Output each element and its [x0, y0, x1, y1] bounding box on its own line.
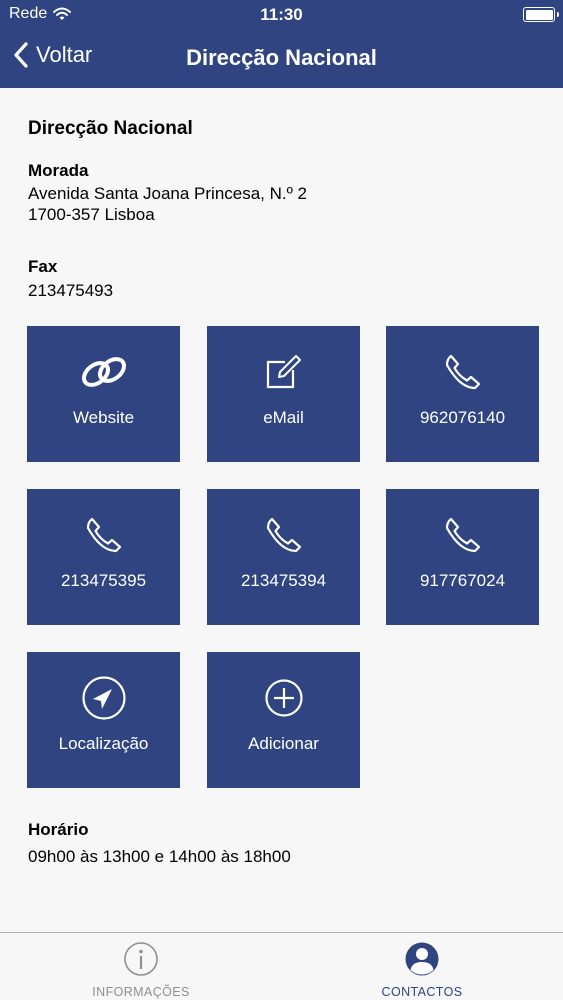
location-button[interactable]: Localização [27, 652, 180, 788]
status-time: 11:30 [260, 5, 303, 24]
website-button-label: Website [72, 408, 135, 427]
location-button-label: Localização [58, 734, 149, 753]
phone-icon [445, 354, 480, 390]
phone-button-962076140[interactable]: 962076140 [386, 326, 539, 462]
schedule-value: 09h00 às 13h00 e 14h00 às 18h00 [28, 847, 291, 866]
info-icon [124, 942, 158, 976]
compose-icon [266, 355, 301, 389]
add-circle-icon [264, 679, 303, 717]
tab-contactos[interactable]: CONTACTOS [281, 933, 563, 1000]
tab-informacoes[interactable]: INFORMAÇÕES [0, 933, 282, 1000]
phone-button-label: 962076140 [419, 408, 506, 427]
entity-heading: Direcção Nacional [28, 118, 193, 139]
email-button[interactable]: eMail [207, 326, 360, 462]
add-contact-button-label: Adicionar [248, 734, 319, 753]
navigation-bar: Voltar Direcção Nacional [0, 30, 563, 88]
fax-value: 213475493 [28, 281, 114, 300]
phone-button-213475394[interactable]: 213475394 [207, 489, 360, 625]
fax-label: Fax [28, 257, 58, 276]
link-icon [81, 357, 126, 387]
status-bar: Rede 11:30 [0, 0, 563, 30]
email-button-label: eMail [263, 408, 304, 427]
phone-button-213475395[interactable]: 213475395 [27, 489, 180, 625]
schedule-label: Horário [28, 820, 89, 839]
phone-button-917767024[interactable]: 917767024 [386, 489, 539, 625]
tab-contactos-label: CONTACTOS [381, 985, 463, 999]
address-line-2: 1700-357 Lisboa [28, 205, 155, 224]
tab-informacoes-label: INFORMAÇÕES [92, 985, 190, 999]
top-bar: Rede 11:30 Voltar Direcção Nacional [0, 0, 563, 88]
tab-bar: INFORMAÇÕES CONTACTOS [0, 932, 563, 1000]
address-label: Morada [28, 161, 89, 180]
phone-icon [266, 517, 301, 553]
phone-icon [445, 517, 480, 553]
phone-button-label: 917767024 [419, 571, 506, 590]
page-title: Direcção Nacional [186, 45, 377, 70]
phone-button-label: 213475394 [240, 571, 327, 590]
navigation-arrow-icon [81, 676, 126, 720]
contact-person-icon [405, 942, 439, 976]
phone-icon [86, 517, 121, 553]
add-contact-button[interactable]: Adicionar [207, 652, 360, 788]
battery-icon [523, 7, 559, 22]
website-button[interactable]: Website [27, 326, 180, 462]
phone-button-label: 213475395 [60, 571, 147, 590]
address-line-1: Avenida Santa Joana Princesa, N.º 2 [28, 184, 308, 203]
